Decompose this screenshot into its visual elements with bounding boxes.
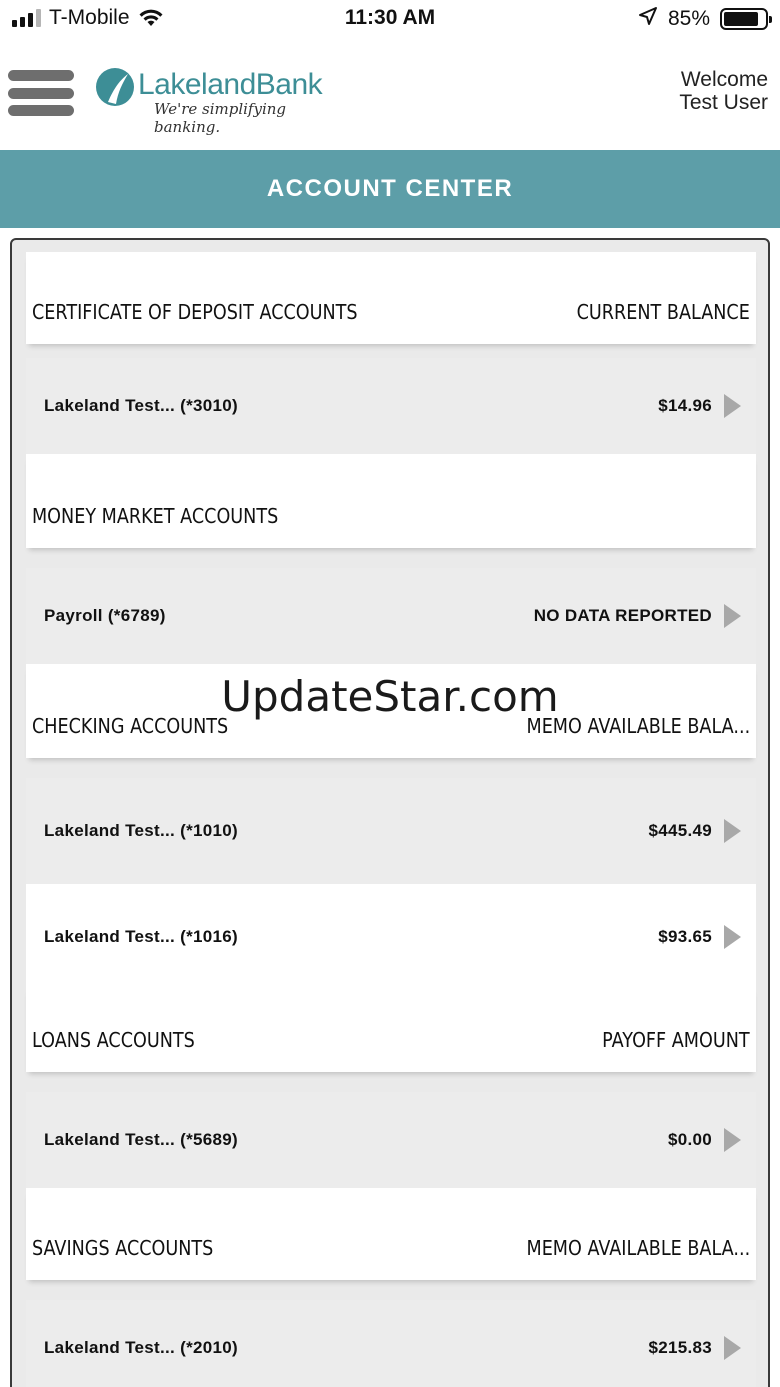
welcome-message: Welcome Test User <box>679 68 768 114</box>
account-list: Lakeland Test... (*3010) $14.96 <box>26 358 756 454</box>
section-savings: SAVINGS ACCOUNTS MEMO AVAILABLE BALA... <box>26 1188 756 1280</box>
account-value: $93.65 <box>658 924 742 950</box>
section-loans: LOANS ACCOUNTS PAYOFF AMOUNT <box>26 986 756 1072</box>
chevron-right-icon <box>724 1336 741 1360</box>
section-title: LOANS ACCOUNTS <box>32 1028 195 1052</box>
menu-bar <box>8 105 74 116</box>
section-header: CERTIFICATE OF DEPOSIT ACCOUNTS CURRENT … <box>26 252 756 344</box>
logo-mark-icon <box>96 68 134 106</box>
account-list: Lakeland Test... (*5689) $0.00 <box>26 1092 756 1188</box>
battery-percent: 85% <box>667 7 710 30</box>
welcome-line: Welcome <box>680 68 768 91</box>
account-list: Lakeland Test... (*2010) $215.83 <box>26 1300 756 1387</box>
account-row[interactable]: Lakeland Test... (*5689) $0.00 <box>26 1092 756 1188</box>
account-balance: $445.49 <box>648 821 712 840</box>
account-name: Lakeland Test... (*3010) <box>44 396 238 415</box>
chevron-right-icon <box>724 604 741 628</box>
account-value: NO DATA REPORTED <box>534 603 742 629</box>
account-row[interactable]: Lakeland Test... (*3010) $14.96 <box>26 358 756 454</box>
section-column-label: MEMO AVAILABLE BALA... <box>526 714 750 738</box>
section-column-label: CURRENT BALANCE <box>576 300 750 324</box>
account-value: $215.83 <box>648 1335 742 1361</box>
location-arrow-icon <box>638 6 658 32</box>
section-column-label: PAYOFF AMOUNT <box>602 1028 750 1052</box>
menu-bar <box>8 87 74 99</box>
status-right: 85% <box>638 6 772 32</box>
account-name: Lakeland Test... (*2010) <box>44 1338 238 1357</box>
hamburger-menu-button[interactable] <box>8 70 74 116</box>
account-name: Lakeland Test... (*1010) <box>44 821 238 840</box>
account-row[interactable]: Payroll (*6789) NO DATA REPORTED <box>26 568 756 664</box>
account-row[interactable]: Lakeland Test... (*2010) $215.83 <box>26 1300 756 1387</box>
account-value: $14.96 <box>658 393 742 419</box>
section-money-market: MONEY MARKET ACCOUNTS <box>26 454 756 548</box>
menu-bar <box>8 70 74 81</box>
section-header: MONEY MARKET ACCOUNTS <box>26 454 756 548</box>
status-left: T-Mobile <box>12 6 164 30</box>
logo-tagline: We're simplifying banking. <box>154 100 287 136</box>
account-value: $0.00 <box>668 1127 742 1153</box>
account-name: Payroll (*6789) <box>44 606 166 625</box>
page-title: ACCOUNT CENTER <box>266 175 514 202</box>
account-row[interactable]: Lakeland Test... (*1016) $93.65 <box>26 884 756 990</box>
section-title: SAVINGS ACCOUNTS <box>32 1236 214 1260</box>
section-title: CERTIFICATE OF DEPOSIT ACCOUNTS <box>32 300 358 324</box>
accounts-panel: CERTIFICATE OF DEPOSIT ACCOUNTS CURRENT … <box>10 238 770 1387</box>
section-header: CHECKING ACCOUNTS MEMO AVAILABLE BALA... <box>26 664 756 758</box>
section-title: CHECKING ACCOUNTS <box>32 714 229 738</box>
chevron-right-icon <box>724 394 741 418</box>
account-balance: $14.96 <box>658 396 712 415</box>
section-title: MONEY MARKET ACCOUNTS <box>32 504 279 528</box>
account-balance: $215.83 <box>648 1338 712 1357</box>
account-list: Payroll (*6789) NO DATA REPORTED <box>26 568 756 664</box>
wifi-icon <box>138 8 164 28</box>
cellular-signal-icon <box>12 9 41 27</box>
app-header: LakelandBank We're simplifying banking. … <box>0 50 780 150</box>
section-column-label: MEMO AVAILABLE BALA... <box>526 1236 750 1260</box>
chevron-right-icon <box>724 925 741 949</box>
carrier-label: T-Mobile <box>49 6 130 29</box>
logo-name: LakelandBank <box>138 68 323 101</box>
lakeland-bank-logo[interactable]: LakelandBank We're simplifying banking. <box>94 66 354 136</box>
battery-fill <box>724 12 758 26</box>
chevron-right-icon <box>724 1128 741 1152</box>
account-name: Lakeland Test... (*1016) <box>44 927 238 946</box>
section-header: LOANS ACCOUNTS PAYOFF AMOUNT <box>26 986 756 1072</box>
section-certificate-of-deposit: CERTIFICATE OF DEPOSIT ACCOUNTS CURRENT … <box>26 252 756 344</box>
account-balance: NO DATA REPORTED <box>533 606 712 625</box>
account-name: Lakeland Test... (*5689) <box>44 1130 238 1149</box>
page-title-bar: ACCOUNT CENTER <box>0 150 780 228</box>
status-bar: T-Mobile 11:30 AM 85% <box>0 0 780 40</box>
section-header: SAVINGS ACCOUNTS MEMO AVAILABLE BALA... <box>26 1188 756 1280</box>
account-balance: $0.00 <box>667 1130 712 1149</box>
account-list: Lakeland Test... (*1010) $445.49 Lakelan… <box>26 778 756 990</box>
section-checking: CHECKING ACCOUNTS MEMO AVAILABLE BALA... <box>26 664 756 758</box>
user-name: Test User <box>679 91 768 114</box>
account-balance: $93.65 <box>658 927 712 946</box>
battery-icon <box>720 8 772 30</box>
chevron-right-icon <box>724 819 741 843</box>
account-row[interactable]: Lakeland Test... (*1010) $445.49 <box>26 778 756 884</box>
account-value: $445.49 <box>648 818 742 844</box>
